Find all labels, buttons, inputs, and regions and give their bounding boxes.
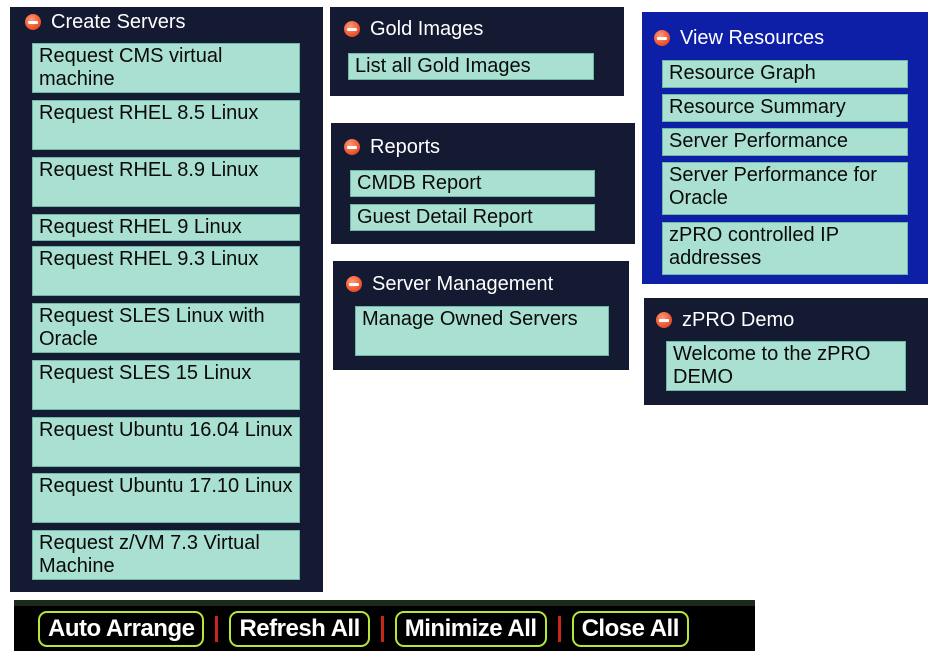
- gold-images-panel: Gold Images List all Gold Images: [330, 7, 624, 96]
- list-all-gold-images[interactable]: List all Gold Images: [348, 53, 594, 80]
- server-management-header[interactable]: Server Management: [346, 270, 553, 298]
- toolbar-separator: [557, 615, 561, 642]
- zpro-demo-panel: zPRO Demo Welcome to the zPRO DEMO: [644, 298, 928, 405]
- minimize-icon[interactable]: [25, 14, 41, 30]
- panel-title: zPRO Demo: [682, 308, 795, 331]
- create-servers-panel: Create Servers Request CMS virtual machi…: [10, 7, 323, 592]
- request-zvm-7-3[interactable]: Request z/VM 7.3 Virtual Machine: [32, 530, 300, 580]
- minimize-icon[interactable]: [656, 312, 672, 328]
- gold-images-header[interactable]: Gold Images: [344, 15, 483, 43]
- minimize-all-button[interactable]: Minimize All: [394, 610, 547, 647]
- minimize-icon[interactable]: [344, 139, 360, 155]
- panel-title: Server Management: [372, 272, 554, 295]
- minimize-icon[interactable]: [346, 276, 362, 292]
- panel-title: Reports: [370, 135, 441, 158]
- view-resources-panel: View Resources Resource Graph Resource S…: [642, 12, 928, 284]
- request-rhel-8-5[interactable]: Request RHEL 8.5 Linux: [32, 100, 300, 150]
- toolbar-separator: [380, 615, 384, 642]
- resource-graph[interactable]: Resource Graph: [662, 60, 908, 88]
- bottom-toolbar: Auto Arrange Refresh All Minimize All Cl…: [14, 600, 755, 651]
- server-performance-oracle[interactable]: Server Performance for Oracle: [662, 162, 908, 215]
- panel-title: Create Servers: [51, 10, 186, 33]
- request-rhel-9[interactable]: Request RHEL 9 Linux: [32, 214, 300, 241]
- refresh-all-button[interactable]: Refresh All: [229, 610, 370, 647]
- cmdb-report[interactable]: CMDB Report: [350, 170, 595, 197]
- manage-owned-servers[interactable]: Manage Owned Servers: [355, 306, 609, 356]
- request-sles-oracle[interactable]: Request SLES Linux with Oracle: [32, 303, 300, 353]
- welcome-zpro-demo[interactable]: Welcome to the zPRO DEMO: [666, 341, 906, 391]
- zpro-controlled-ip-addresses[interactable]: zPRO controlled IP addresses: [662, 222, 908, 275]
- panel-title: View Resources: [680, 26, 825, 49]
- request-cms-vm[interactable]: Request CMS virtual machine: [32, 43, 300, 93]
- view-resources-header[interactable]: View Resources: [654, 24, 824, 52]
- minimize-icon[interactable]: [654, 30, 670, 46]
- toolbar-separator: [215, 615, 219, 642]
- panel-title: Gold Images: [370, 17, 484, 40]
- reports-panel: Reports CMDB Report Guest Detail Report: [331, 123, 635, 244]
- request-rhel-8-9[interactable]: Request RHEL 8.9 Linux: [32, 157, 300, 207]
- request-ubuntu-16-04[interactable]: Request Ubuntu 16.04 Linux: [32, 417, 300, 467]
- request-ubuntu-17-10[interactable]: Request Ubuntu 17.10 Linux: [32, 473, 300, 523]
- create-servers-header[interactable]: Create Servers: [25, 8, 186, 36]
- request-sles-15[interactable]: Request SLES 15 Linux: [32, 360, 300, 410]
- zpro-demo-header[interactable]: zPRO Demo: [656, 306, 794, 334]
- server-management-panel: Server Management Manage Owned Servers: [333, 261, 629, 370]
- reports-header[interactable]: Reports: [344, 133, 440, 161]
- resource-summary[interactable]: Resource Summary: [662, 94, 908, 122]
- auto-arrange-button[interactable]: Auto Arrange: [38, 610, 205, 647]
- guest-detail-report[interactable]: Guest Detail Report: [350, 204, 595, 231]
- close-all-button[interactable]: Close All: [571, 610, 689, 647]
- request-rhel-9-3[interactable]: Request RHEL 9.3 Linux: [32, 246, 300, 296]
- minimize-icon[interactable]: [344, 21, 360, 37]
- server-performance[interactable]: Server Performance: [662, 128, 908, 156]
